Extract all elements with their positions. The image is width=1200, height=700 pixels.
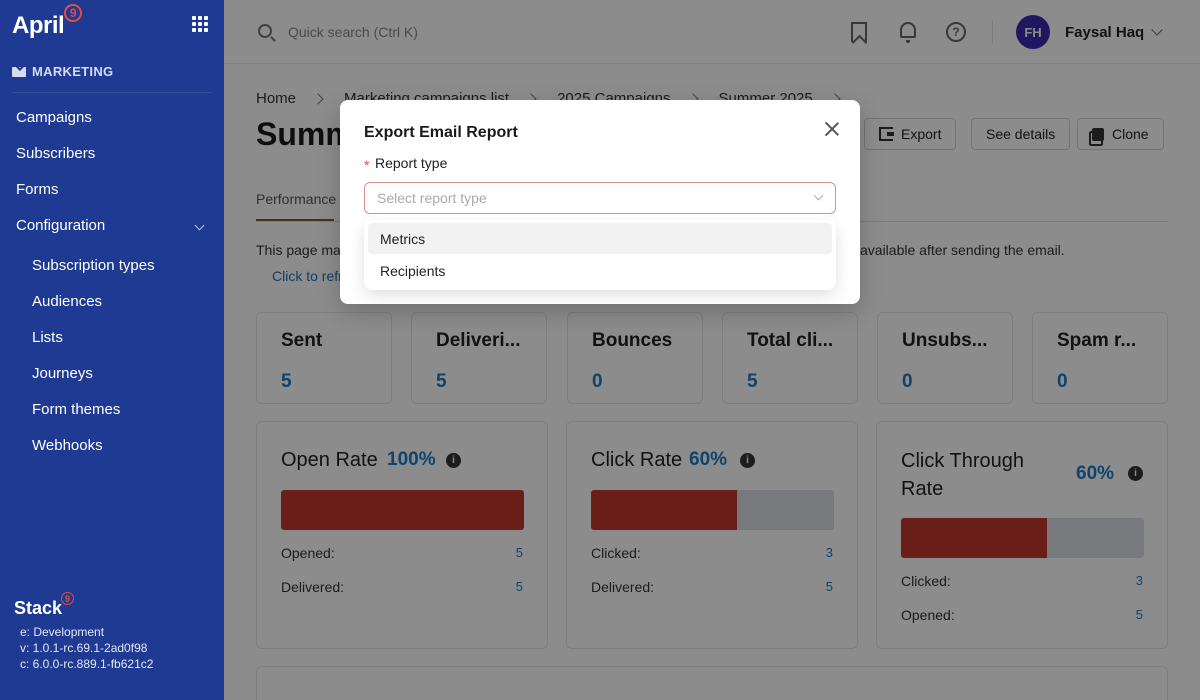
app-logo[interactable]: April 9 [12,4,82,40]
report-type-placeholder: Select report type [377,190,487,206]
close-icon[interactable] [824,121,840,137]
chevron-down-icon[interactable] [194,220,205,231]
sidebar-divider [12,92,212,93]
version-env: e: Development [20,625,105,639]
sidebar: April 9 MARKETING Campaigns Subscribers … [0,0,224,700]
report-type-label: Report type [375,155,448,171]
app-logo-text: April [12,12,65,39]
sidebar-section-label: MARKETING [32,64,114,79]
stack-logo-text: Stack [14,598,63,618]
modal-title: Export Email Report [364,124,518,141]
sidebar-section-header: MARKETING [12,64,113,79]
stack-logo-badge: 9 [61,592,74,605]
sidebar-item-forms[interactable]: Forms [16,181,59,198]
sidebar-item-lists[interactable]: Lists [32,329,63,346]
report-type-select[interactable]: Select report type [364,182,836,214]
version-core: c: 6.0.0-rc.889.1-fb621c2 [20,657,154,671]
stack-logo: Stack 9 [14,592,74,619]
sidebar-item-subscription-types[interactable]: Subscription types [32,257,155,274]
sidebar-item-webhooks[interactable]: Webhooks [32,437,103,454]
version-app: v: 1.0.1-rc.69.1-2ad0f98 [20,641,148,655]
mail-icon [12,66,26,77]
chevron-down-icon [813,190,824,201]
sidebar-item-audiences[interactable]: Audiences [32,293,102,310]
sidebar-item-configuration[interactable]: Configuration [16,217,105,234]
sidebar-item-campaigns[interactable]: Campaigns [16,109,92,126]
sidebar-item-subscribers[interactable]: Subscribers [16,145,95,162]
report-type-dropdown: Metrics Recipients [364,220,836,290]
sidebar-item-form-themes[interactable]: Form themes [32,401,120,418]
app-grid-icon[interactable] [192,16,208,32]
option-metrics[interactable]: Metrics [368,223,832,254]
required-mark: * [364,157,370,173]
sidebar-item-journeys[interactable]: Journeys [32,365,93,382]
option-recipients[interactable]: Recipients [368,255,832,286]
app-logo-badge: 9 [64,4,82,22]
